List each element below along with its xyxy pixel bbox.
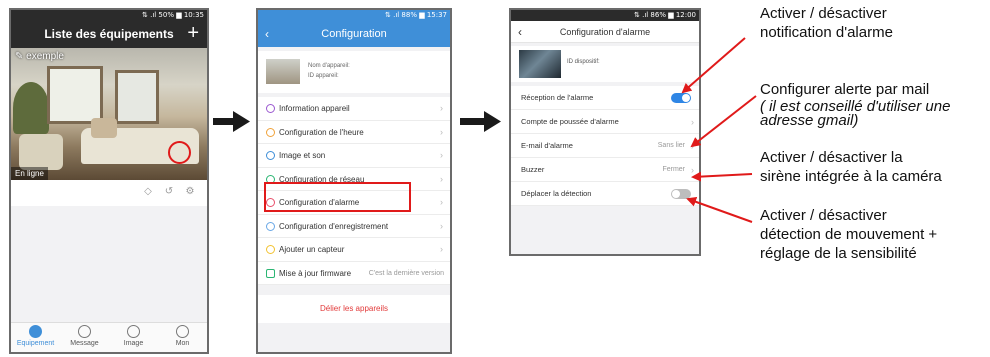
note-line: adresse gmail) bbox=[760, 112, 859, 129]
note-notification: Activer / désactiver notification d'alar… bbox=[760, 4, 893, 42]
note-detection: Activer / désactiver détection de mouvem… bbox=[760, 206, 937, 263]
note-line: notification d'alarme bbox=[760, 24, 893, 41]
note-email: Configurer alerte par mail ( il est cons… bbox=[760, 80, 950, 129]
note-line: détection de mouvement + bbox=[760, 226, 938, 243]
arrow-notification bbox=[681, 37, 746, 94]
arrow-email bbox=[690, 95, 757, 148]
note-buzzer: Activer / désactiver la sirène intégrée … bbox=[760, 148, 942, 186]
arrow-buzzer bbox=[691, 171, 753, 182]
arrow-detection bbox=[686, 197, 753, 223]
note-line: Activer / désactiver bbox=[760, 5, 887, 22]
note-line: réglage de la sensibilité bbox=[760, 245, 917, 262]
big-arrow-1 bbox=[213, 111, 250, 132]
note-line: Activer / désactiver bbox=[760, 207, 887, 224]
note-line: Activer / désactiver la bbox=[760, 149, 903, 166]
note-line: Configurer alerte par mail bbox=[760, 81, 930, 98]
big-arrow-2 bbox=[460, 111, 501, 132]
note-line: sirène intégrée à la caméra bbox=[760, 168, 942, 185]
